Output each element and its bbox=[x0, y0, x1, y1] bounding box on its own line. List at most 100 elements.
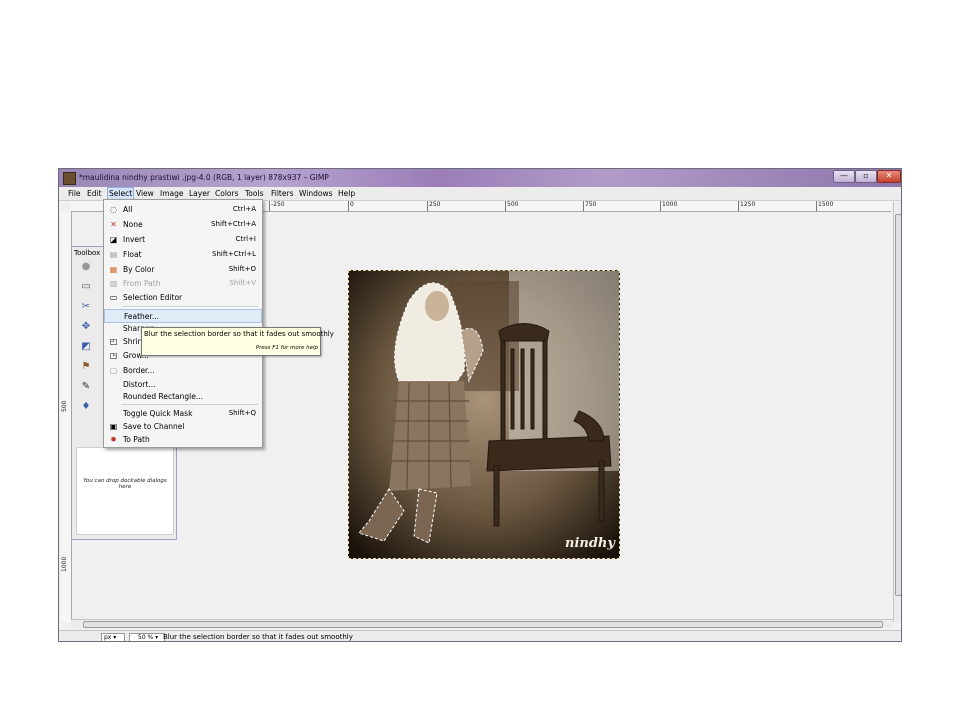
by-color-icon: ▦ bbox=[109, 265, 118, 274]
horizontal-scrollbar[interactable] bbox=[71, 619, 893, 628]
ruler-tick bbox=[816, 201, 817, 211]
menu-image[interactable]: Image bbox=[160, 189, 184, 198]
menu-item-label: Toggle Quick Mask bbox=[123, 409, 193, 418]
menu-item-label: To Path bbox=[123, 435, 150, 444]
menu-separator bbox=[122, 306, 258, 307]
select-dropdown-menu: ◌ All Ctrl+A ✕ None Shift+Ctrl+A ◪ Inver… bbox=[103, 199, 263, 448]
title-bar[interactable]: *maulidina nindhy prastiwi .jpg-4.0 (RGB… bbox=[59, 169, 901, 187]
shrink-icon: ◰ bbox=[109, 337, 118, 346]
vertical-scrollbar[interactable] bbox=[893, 202, 901, 622]
ruler-tick bbox=[583, 201, 584, 211]
color-picker-tool-icon[interactable]: ✎ bbox=[80, 381, 92, 393]
menu-item-float[interactable]: ▤ Float Shift+Ctrl+L bbox=[104, 248, 262, 262]
fuzzy-select-tool-icon[interactable]: ✂ bbox=[80, 301, 92, 313]
menu-item-label: None bbox=[123, 220, 143, 229]
menu-help[interactable]: Help bbox=[338, 189, 355, 198]
menu-item-label: By Color bbox=[123, 265, 155, 274]
ruler-label: 500 bbox=[61, 400, 68, 412]
menu-item-by-color[interactable]: ▦ By Color Shift+O bbox=[104, 263, 262, 277]
menu-file[interactable]: File bbox=[68, 189, 81, 198]
minimize-button[interactable]: — bbox=[833, 170, 855, 183]
menu-item-none[interactable]: ✕ None Shift+Ctrl+A bbox=[104, 218, 262, 232]
photo-watermark: nindhy bbox=[565, 536, 615, 551]
menu-item-shortcut: Shift+O bbox=[228, 265, 256, 273]
from-path-icon: ▨ bbox=[109, 279, 118, 288]
ruler-label: 1000 bbox=[61, 556, 68, 572]
grow-icon: ◳ bbox=[109, 351, 118, 360]
dockable-drop-area[interactable]: You can drop dockable dialogs here bbox=[76, 447, 174, 535]
drop-hint-text: You can drop dockable dialogs here bbox=[83, 478, 167, 490]
ruler-tick bbox=[269, 201, 270, 211]
menu-item-toggle-quick-mask[interactable]: Toggle Quick Mask Shift+Q bbox=[104, 407, 262, 421]
to-path-icon: ✸ bbox=[110, 435, 117, 444]
float-icon: ▤ bbox=[109, 250, 118, 259]
ruler-label: 750 bbox=[585, 201, 597, 208]
tooltip-hint: Press F1 for more help bbox=[255, 345, 318, 351]
menu-filters[interactable]: Filters bbox=[271, 189, 293, 198]
menu-item-feather[interactable]: Feather... bbox=[104, 309, 262, 323]
menu-item-label: Distort... bbox=[123, 380, 156, 389]
ruler-label: 1000 bbox=[662, 201, 678, 208]
menu-windows[interactable]: Windows bbox=[299, 189, 332, 198]
menu-item-all[interactable]: ◌ All Ctrl+A bbox=[104, 203, 262, 217]
menu-item-label: Save to Channel bbox=[123, 422, 185, 431]
transform-tool-icon[interactable]: ✥ bbox=[80, 321, 92, 333]
menu-item-from-path[interactable]: ▨ From Path Shift+V bbox=[104, 277, 262, 291]
ruler-label: -250 bbox=[271, 201, 285, 208]
ruler-tick bbox=[660, 201, 661, 211]
menu-item-shortcut: Shift+V bbox=[229, 279, 256, 287]
menu-item-shortcut: Ctrl+A bbox=[232, 205, 256, 213]
menu-item-label: Selection Editor bbox=[123, 293, 183, 302]
photo-image bbox=[349, 271, 619, 558]
menu-item-rounded-rectangle[interactable]: Rounded Rectangle... bbox=[104, 390, 262, 404]
toolbox-title: Toolbox bbox=[74, 249, 101, 257]
feather-tooltip: Blur the selection border so that it fad… bbox=[141, 327, 334, 356]
ruler-label: 1250 bbox=[740, 201, 756, 208]
border-icon: ▢ bbox=[109, 366, 118, 375]
clone-tool-icon[interactable]: ⚑ bbox=[80, 361, 92, 373]
image-canvas[interactable]: nindhy bbox=[348, 270, 620, 559]
close-button[interactable]: ✕ bbox=[877, 170, 901, 183]
vertical-scroll-thumb[interactable] bbox=[895, 214, 901, 596]
maximize-button[interactable]: ▫ bbox=[855, 170, 877, 183]
menu-colors[interactable]: Colors bbox=[215, 189, 239, 198]
ruler-tick bbox=[505, 201, 506, 211]
menu-item-label: Feather... bbox=[124, 312, 159, 321]
menu-separator bbox=[122, 404, 258, 405]
ruler-label: 1500 bbox=[818, 201, 834, 208]
menu-item-shortcut: Ctrl+I bbox=[235, 235, 256, 243]
menu-item-selection-editor[interactable]: ▭ Selection Editor bbox=[104, 291, 262, 305]
toolbox-logo-icon: ● bbox=[81, 261, 91, 272]
unit-select[interactable]: px ▾ bbox=[101, 633, 125, 641]
menu-item-save-to-channel[interactable]: ▣ Save to Channel bbox=[104, 420, 262, 434]
horizontal-scroll-thumb[interactable] bbox=[83, 621, 883, 628]
menu-item-label: From Path bbox=[123, 279, 161, 288]
menu-layer[interactable]: Layer bbox=[189, 189, 210, 198]
menu-item-shortcut: Shift+Ctrl+A bbox=[211, 220, 256, 228]
scale-tool-icon[interactable]: ◩ bbox=[80, 341, 92, 353]
menu-item-label: Rounded Rectangle... bbox=[123, 392, 204, 401]
menu-edit[interactable]: Edit bbox=[87, 189, 102, 198]
select-none-icon: ✕ bbox=[110, 220, 117, 229]
blur-tool-icon[interactable]: ♦ bbox=[80, 401, 92, 413]
menu-item-label: Float bbox=[123, 250, 142, 259]
rect-select-tool-icon[interactable]: ▭ bbox=[80, 281, 92, 293]
selection-editor-icon: ▭ bbox=[109, 293, 118, 302]
menu-item-label: All bbox=[123, 205, 133, 214]
ruler-tick bbox=[427, 201, 428, 211]
save-to-channel-icon: ▣ bbox=[109, 422, 118, 431]
tooltip-text: Blur the selection border so that it fad… bbox=[144, 330, 334, 338]
ruler-label: 0 bbox=[350, 201, 354, 208]
gimp-app-icon bbox=[63, 172, 76, 185]
ruler-tick bbox=[738, 201, 739, 211]
status-message: Blur the selection border so that it fad… bbox=[163, 633, 353, 641]
ruler-tick bbox=[348, 201, 349, 211]
menu-tools[interactable]: Tools bbox=[245, 189, 263, 198]
ruler-label: 250 bbox=[429, 201, 441, 208]
zoom-select[interactable]: 50 % ▾ bbox=[129, 633, 165, 641]
menu-item-invert[interactable]: ◪ Invert Ctrl+I bbox=[104, 233, 262, 247]
menu-item-to-path[interactable]: ✸ To Path bbox=[104, 433, 262, 447]
menu-view[interactable]: View bbox=[136, 189, 154, 198]
menu-item-border[interactable]: ▢ Border... bbox=[104, 364, 262, 378]
status-bar: px ▾ 50 % ▾ Blur the selection border so… bbox=[59, 630, 901, 641]
